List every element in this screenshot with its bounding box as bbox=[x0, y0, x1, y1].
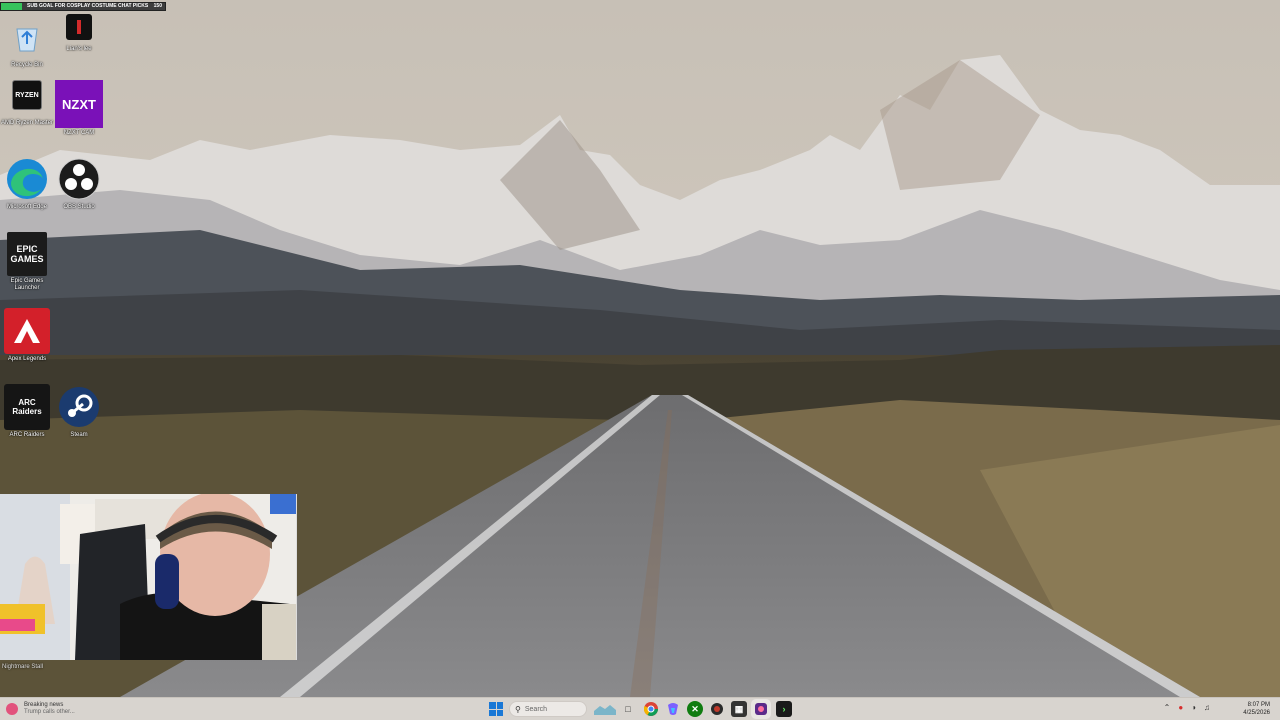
news-title: Breaking news bbox=[24, 702, 64, 708]
news-widget[interactable]: Breaking news Trump calls other... bbox=[6, 700, 75, 718]
news-icon bbox=[6, 703, 18, 715]
desktop-icon-nzxt-cam[interactable]: NZXT NZXT CAM bbox=[52, 80, 106, 137]
desktop-icon-apex[interactable]: Apex Legends bbox=[0, 308, 54, 363]
calculator-icon[interactable]: ▦ bbox=[731, 701, 747, 717]
recycle-bin-icon bbox=[4, 14, 50, 60]
steam-icon bbox=[56, 384, 102, 430]
obs-icon bbox=[56, 156, 102, 202]
desktop-icon-label: Lian's lee bbox=[66, 46, 92, 52]
windows-logo-icon bbox=[489, 702, 496, 709]
sub-goal-label: SUB GOAL FOR COSPLAY COSTUME CHAT PICKS bbox=[27, 3, 149, 9]
desktop-icon-steam[interactable]: Steam bbox=[52, 384, 106, 439]
nzxt-tile-text: NZXT bbox=[62, 96, 96, 112]
news-subtitle: Trump calls other... bbox=[24, 709, 75, 715]
ryzen-icon: RYZEN bbox=[12, 80, 42, 110]
xbox-icon[interactable]: ✕ bbox=[687, 701, 703, 717]
webcam-feed bbox=[0, 494, 297, 660]
epic-tile-text: EPIC GAMES bbox=[10, 244, 44, 264]
desktop-icon-label: OBS Studio bbox=[63, 204, 95, 210]
desktop-icon-edge[interactable]: Microsoft Edge bbox=[0, 156, 54, 211]
widget-thumbnail[interactable] bbox=[594, 701, 616, 717]
epic-games-icon: EPIC GAMES bbox=[7, 232, 47, 276]
desktop-icon-label: Microsoft Edge bbox=[6, 204, 48, 210]
clock-date: 4/25/2026 bbox=[1243, 710, 1270, 716]
edge-icon bbox=[4, 156, 50, 202]
arc-tile-text: ARC Raiders bbox=[12, 398, 42, 416]
red-bar-app-icon bbox=[66, 14, 92, 40]
app-icon[interactable] bbox=[709, 701, 725, 717]
terminal-icon[interactable]: › bbox=[776, 701, 792, 717]
show-hidden-icons-icon[interactable]: ⌃ bbox=[1164, 703, 1171, 712]
desktop-icon-arc-raiders[interactable]: ARC Raiders ARC Raiders bbox=[0, 384, 54, 439]
clock[interactable]: 8:07 PM 4/25/2026 bbox=[1243, 701, 1270, 717]
desktop-icon-lians-lee[interactable]: Lian's lee bbox=[52, 14, 106, 53]
desktop-icon-label: Recycle Bin bbox=[11, 62, 43, 68]
desktop-icon-obs[interactable]: OBS Studio bbox=[52, 156, 106, 211]
network-icon[interactable]: ◑ bbox=[1191, 703, 1196, 712]
file-explorer-icon[interactable]: □ bbox=[620, 701, 636, 717]
security-icon[interactable]: ● bbox=[1178, 703, 1183, 712]
apex-legends-icon bbox=[4, 308, 50, 354]
desktop-icon-ryzen-master[interactable]: RYZEN AMD Ryzen Master bbox=[0, 80, 54, 127]
desktop-icon-label: Apex Legends bbox=[7, 356, 47, 362]
desktop-icon-label: Epic Games Launcher bbox=[10, 278, 44, 291]
chrome-icon[interactable] bbox=[643, 701, 659, 717]
copilot-icon[interactable] bbox=[665, 701, 681, 717]
start-button[interactable] bbox=[489, 702, 503, 716]
desktop-icon-recycle-bin[interactable]: Recycle Bin bbox=[0, 14, 54, 69]
clock-time: 8:07 PM bbox=[1247, 702, 1270, 708]
sub-goal-count: 150 bbox=[153, 3, 162, 9]
volume-icon[interactable]: ♫ bbox=[1204, 703, 1210, 712]
taskbar: Breaking news Trump calls other... ⚲ Sea… bbox=[0, 697, 1280, 720]
desktop-icon-epic[interactable]: EPIC GAMES Epic Games Launcher bbox=[0, 232, 54, 292]
sub-goal-bar: SUB GOAL FOR COSPLAY COSTUME CHAT PICKS … bbox=[0, 2, 166, 11]
desktop-icon-label: AMD Ryzen Master bbox=[0, 120, 53, 126]
system-tray: ⌃ ● ◑ ♫ bbox=[1164, 703, 1210, 712]
obs-taskbar-icon[interactable] bbox=[753, 701, 769, 717]
taskbar-search[interactable]: ⚲ Search bbox=[509, 701, 587, 717]
nzxt-icon: NZXT bbox=[55, 80, 103, 128]
arc-raiders-icon: ARC Raiders bbox=[4, 384, 50, 430]
desktop-icon-label: NZXT CAM bbox=[63, 130, 95, 136]
webcam-caption: Nightmare Stall bbox=[2, 664, 44, 670]
ryzen-tile-text: RYZEN bbox=[15, 91, 39, 99]
search-placeholder: Search bbox=[524, 705, 548, 713]
desktop-icon-label: ARC Raiders bbox=[9, 432, 45, 438]
search-icon: ⚲ bbox=[515, 704, 521, 714]
desktop-icon-label: Steam bbox=[70, 432, 88, 438]
